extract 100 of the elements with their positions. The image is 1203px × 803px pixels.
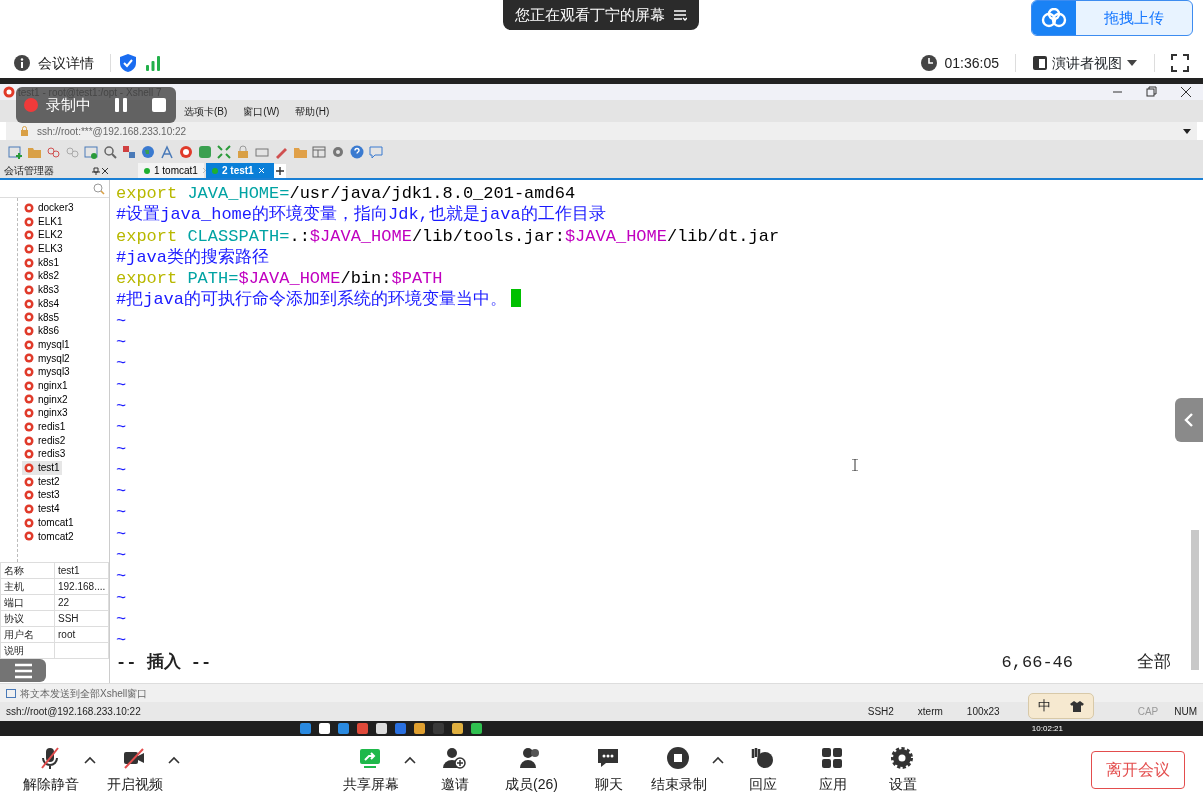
- session-item[interactable]: mysql2: [22, 351, 72, 366]
- property-name: 主机: [0, 578, 55, 595]
- ime-mode: 中: [1038, 697, 1052, 716]
- session-item[interactable]: k8s3: [22, 283, 62, 297]
- session-item[interactable]: tomcat1: [22, 515, 76, 530]
- property-value: SSH: [54, 610, 109, 627]
- session-item[interactable]: ELK1: [22, 214, 65, 229]
- tilde-marker: ~: [116, 523, 128, 546]
- session-item[interactable]: redis3: [22, 447, 68, 462]
- toolbar-button[interactable]: 设置: [869, 745, 936, 795]
- ime-toolbar[interactable]: 中: [1028, 693, 1094, 719]
- code-token: /lib/dt.jar: [666, 225, 780, 247]
- session-item[interactable]: test2: [22, 474, 62, 489]
- session-item[interactable]: mysql3: [22, 365, 72, 379]
- tilde-marker: ~: [116, 502, 128, 524]
- session-item[interactable]: redis1: [22, 420, 68, 434]
- session-item[interactable]: nginx1: [22, 378, 70, 393]
- banner-text: 您正在观看丁宁的屏幕: [515, 4, 665, 25]
- toolbar-button[interactable]: 解除静音: [18, 745, 84, 795]
- tilde-marker: ~: [116, 332, 128, 354]
- property-value: root: [54, 626, 109, 643]
- status-item: xterm: [917, 705, 943, 719]
- cursor-position: 6,66-46: [1001, 651, 1073, 673]
- upload-button[interactable]: 拖拽上传: [1031, 0, 1193, 36]
- property-value: test1: [54, 562, 109, 579]
- taskbar-clock: 10:02:21: [1031, 722, 1063, 735]
- session-item[interactable]: redis2: [22, 433, 68, 448]
- code-token: $JAVA_HOME: [309, 225, 412, 247]
- property-name: 说明: [0, 642, 55, 659]
- session-tab[interactable]: 2 test1: [206, 163, 274, 178]
- code-token: #把java的可执行命令添加到系统的环境变量当中。: [116, 289, 507, 311]
- session-item[interactable]: tomcat2: [22, 529, 76, 544]
- tilde-marker: ~: [116, 353, 128, 375]
- session-item[interactable]: test1: [22, 461, 62, 475]
- toolbar-button[interactable]: 共享屏幕: [337, 745, 404, 795]
- tilde-marker: ~: [116, 545, 128, 567]
- code-token: $JAVA_HOME: [238, 268, 341, 289]
- session-item[interactable]: ELK2: [22, 228, 65, 243]
- session-item[interactable]: mysql1: [22, 337, 72, 352]
- toolbar-button[interactable]: 聊天: [575, 745, 642, 795]
- session-item[interactable]: test4: [22, 502, 62, 516]
- property-name: 名称: [0, 562, 55, 579]
- tilde-marker: ~: [116, 587, 128, 609]
- toolbar-button[interactable]: 邀请: [421, 745, 488, 795]
- property-value: 192.168....: [54, 578, 109, 595]
- address-bar[interactable]: ssh://root:***@192.168.233.10:22: [6, 122, 1197, 140]
- status-item: SSH2: [867, 705, 894, 719]
- code-token: export: [116, 183, 179, 205]
- menu-item[interactable]: 选项卡(B): [184, 103, 228, 119]
- code-token: #设置java_home的环境变量，指向Jdk,也就是java的工作目录: [116, 204, 606, 226]
- code-token: $JAVA_HOME: [564, 225, 667, 247]
- code-token: .:: [289, 225, 310, 247]
- code-token: /usr/java/jdk1.8.0_201-amd64: [289, 183, 576, 204]
- tilde-marker: ~: [116, 459, 128, 482]
- meeting-timer: 01:36:05: [944, 53, 999, 73]
- code-token: PATH=: [187, 268, 239, 290]
- tilde-marker: ~: [116, 566, 128, 588]
- session-item[interactable]: ELK3: [22, 242, 65, 256]
- tilde-marker: ~: [116, 395, 128, 418]
- status-item: 100x23: [966, 705, 1000, 719]
- menu-item[interactable]: 窗口(W): [243, 103, 280, 119]
- code-token: export: [116, 268, 179, 290]
- session-item[interactable]: test3: [22, 488, 62, 503]
- session-item[interactable]: k8s1: [22, 255, 62, 270]
- toolbar-button[interactable]: 应用: [799, 745, 866, 795]
- status-address: ssh://root@192.168.233.10:22: [6, 705, 142, 719]
- session-item[interactable]: nginx3: [22, 406, 70, 420]
- code-token: export: [116, 225, 179, 247]
- view-dropdown[interactable]: 演讲者视图: [1032, 52, 1138, 74]
- session-item[interactable]: docker3: [22, 201, 76, 215]
- tilde-marker: ~: [116, 310, 128, 333]
- status-item: CAP: [1137, 705, 1159, 719]
- meeting-details-link[interactable]: 会议详情: [38, 52, 94, 74]
- scroll-position: 全部: [1137, 651, 1171, 673]
- tilde-marker: ~: [116, 374, 128, 396]
- toolbar-button[interactable]: 开启视频: [102, 745, 168, 795]
- code-token: $PATH: [391, 268, 443, 289]
- tilde-marker: ~: [116, 481, 128, 503]
- session-item[interactable]: nginx2: [22, 392, 70, 407]
- property-name: 用户名: [0, 626, 55, 643]
- status-item: NUM: [1174, 705, 1197, 719]
- toolbar-button[interactable]: 结束录制: [645, 745, 712, 795]
- tilde-marker: ~: [116, 630, 128, 652]
- leave-meeting-button[interactable]: 离开会议: [1091, 751, 1185, 789]
- session-tab[interactable]: 1 tomcat1: [138, 163, 204, 178]
- property-name: 端口: [0, 594, 55, 611]
- toolbar-button[interactable]: 回应: [729, 745, 796, 795]
- panel-title: 会话管理器: [4, 164, 55, 178]
- code-token: #java类的搜索路径: [116, 246, 269, 269]
- code-token: CLASSPATH=: [187, 225, 290, 247]
- session-item[interactable]: k8s2: [22, 269, 62, 284]
- code-token: /lib/tools.jar:: [411, 225, 565, 247]
- menu-item[interactable]: 帮助(H): [295, 103, 330, 119]
- tilde-marker: ~: [116, 608, 128, 631]
- session-item[interactable]: k8s4: [22, 296, 62, 311]
- tilde-marker: ~: [116, 417, 128, 439]
- property-value: 22: [54, 594, 109, 611]
- session-item[interactable]: k8s5: [22, 310, 62, 325]
- session-item[interactable]: k8s6: [22, 324, 62, 338]
- toolbar-button[interactable]: 成员(26): [491, 745, 572, 795]
